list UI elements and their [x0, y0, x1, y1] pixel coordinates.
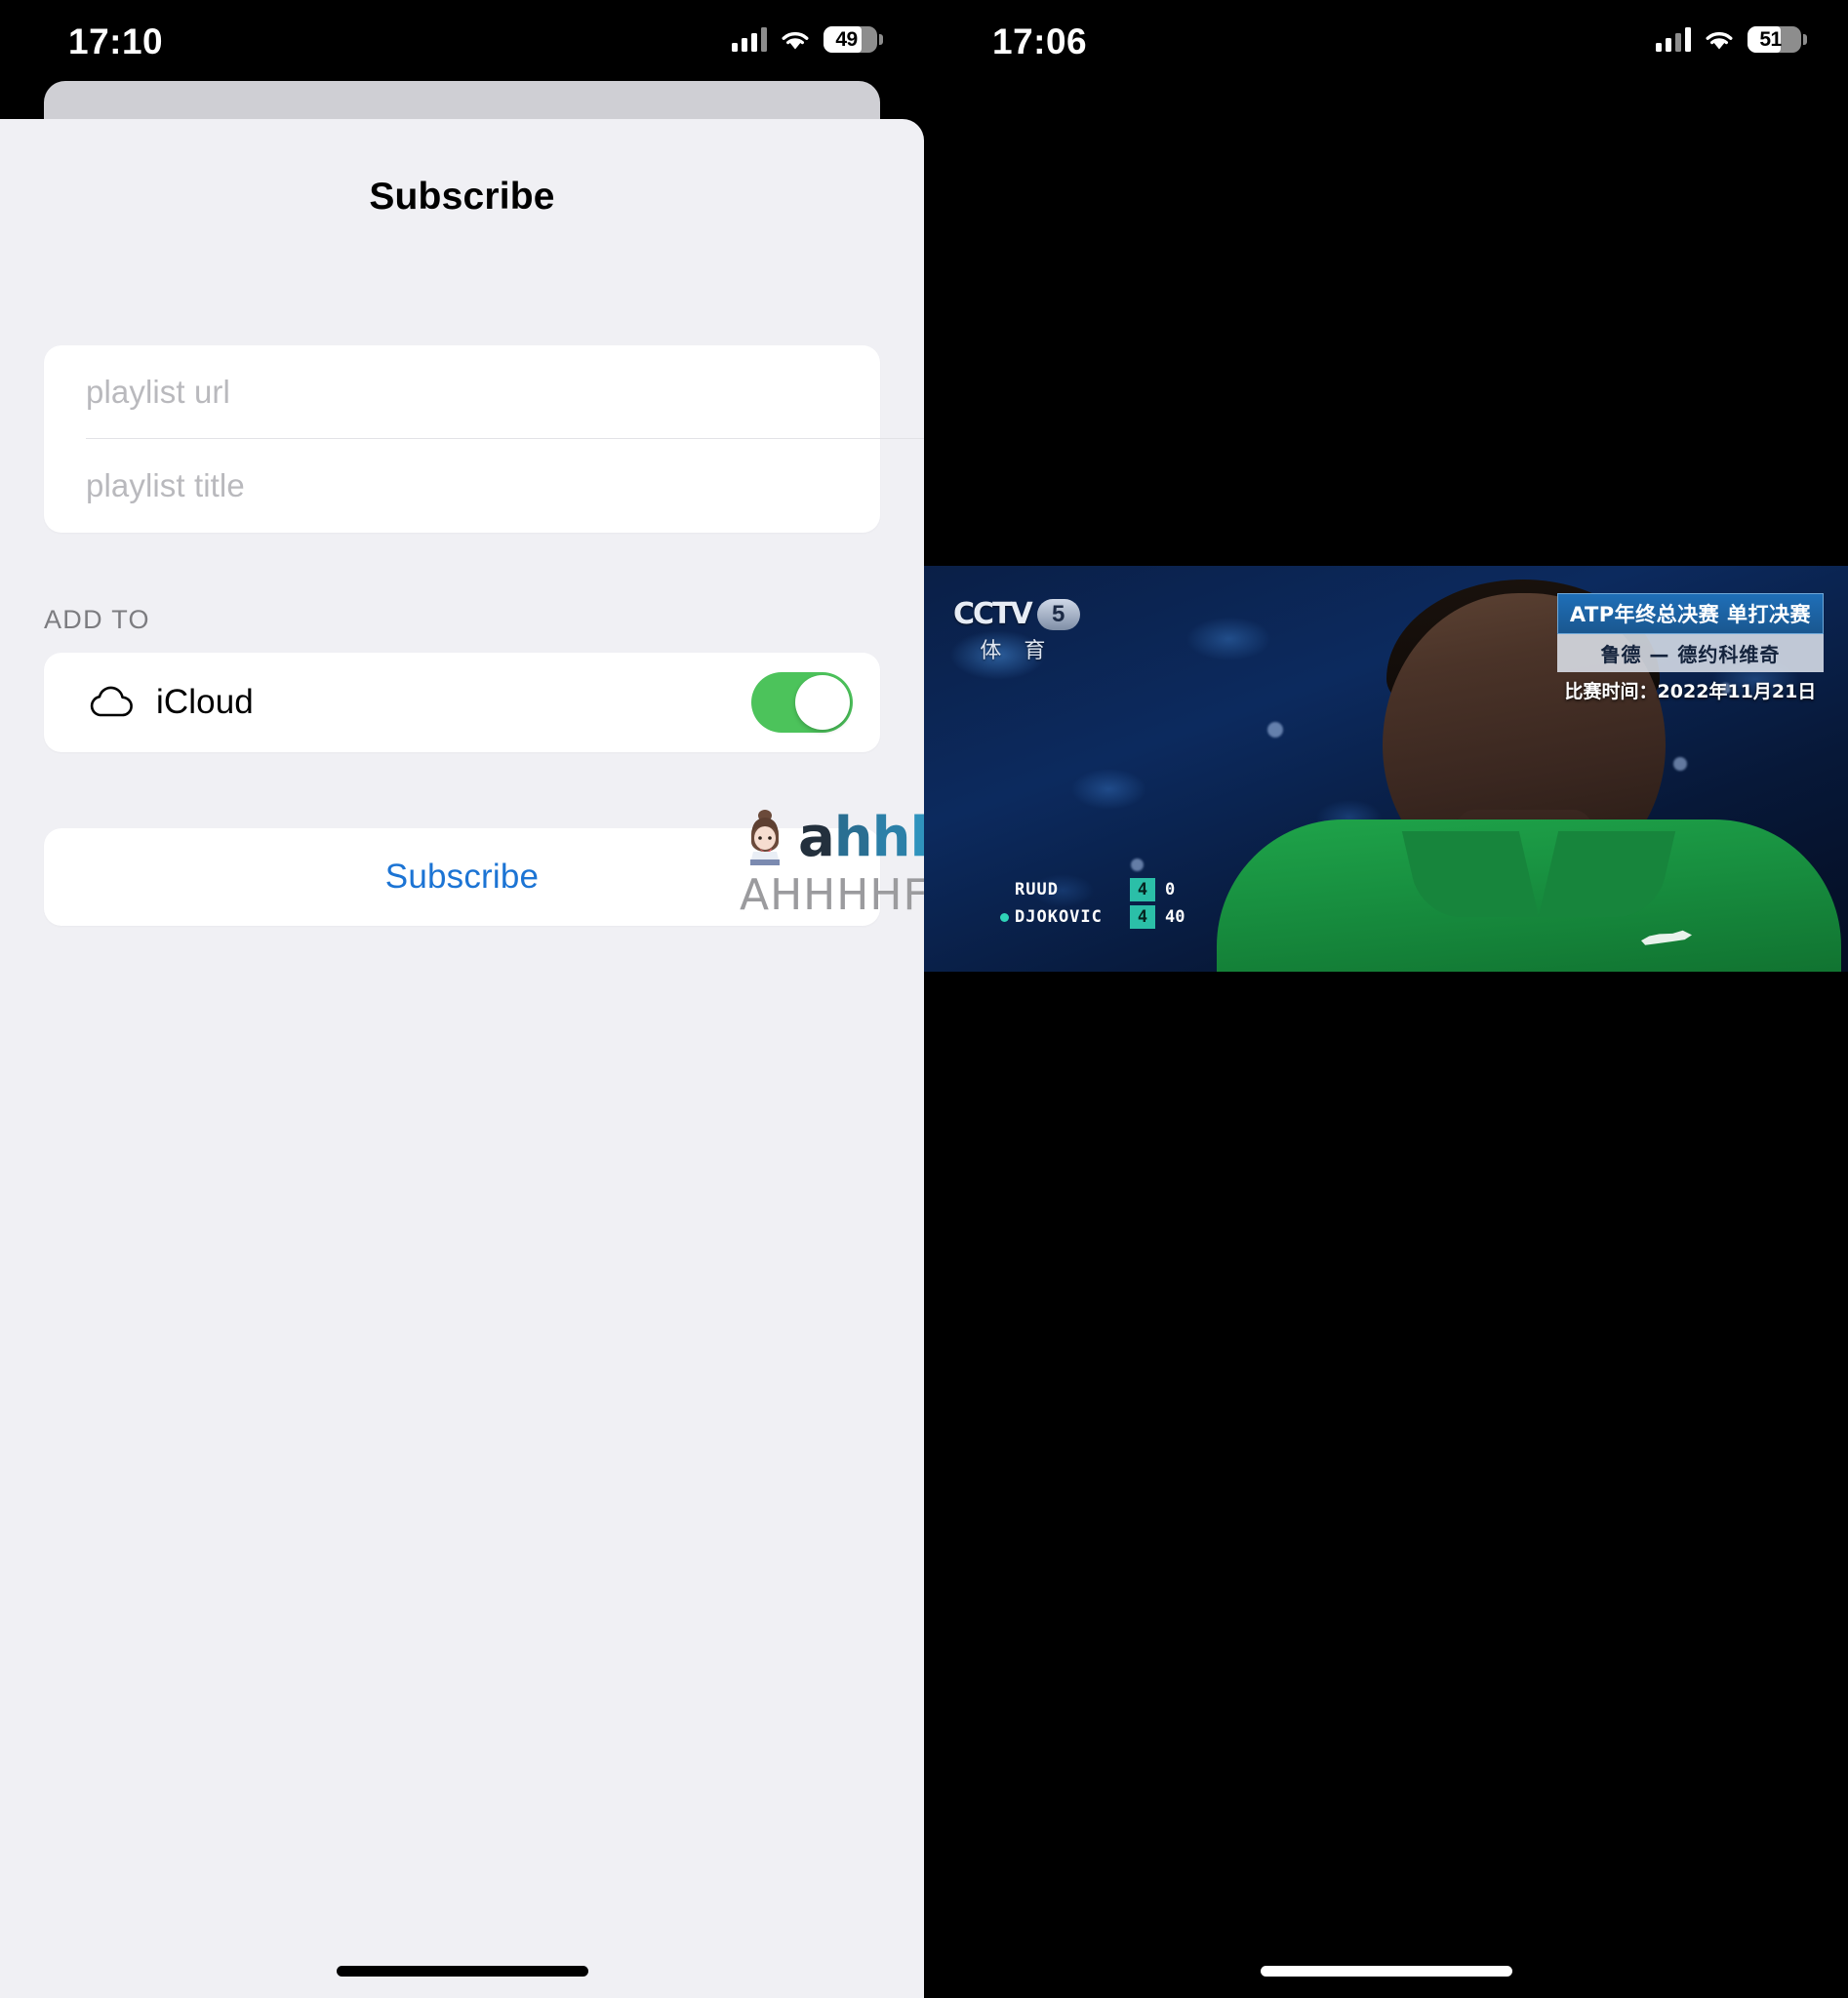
left-status-bar: 17:10 49 — [0, 0, 924, 80]
serve-indicator-icon — [1000, 886, 1009, 895]
set-score: 4 — [1130, 905, 1155, 929]
channel-logo: CCTV 5 体 育 — [953, 597, 1080, 664]
match-title: ATP年终总决赛 单打决赛 — [1556, 593, 1824, 634]
page-title: Subscribe — [369, 176, 555, 218]
left-phone-screen: 17:10 49 Subscribe playlist url playlist… — [0, 0, 924, 1998]
cellular-signal-icon — [1655, 27, 1691, 52]
channel-number: 5 — [1036, 598, 1080, 630]
bokeh-dot — [1267, 722, 1283, 738]
bokeh-dot — [1673, 757, 1687, 771]
status-bar-time: 17:06 — [992, 21, 1088, 61]
player-name: RUUD — [1015, 880, 1059, 899]
toggle-knob — [795, 675, 850, 730]
match-players: 鲁德 — 德约科维奇 — [1556, 634, 1824, 672]
battery-percent: 51 — [1759, 27, 1782, 51]
game-points: 40 — [1165, 907, 1185, 927]
status-bar-indicators: 51 — [1655, 26, 1807, 53]
cloud-icon — [86, 686, 137, 719]
channel-logo-text: CCTV — [953, 597, 1033, 631]
home-indicator-right[interactable] — [1260, 1966, 1512, 1977]
icloud-toggle[interactable] — [751, 672, 853, 733]
cellular-signal-icon — [731, 27, 767, 52]
icloud-row[interactable]: iCloud — [44, 653, 880, 752]
playlist-url-placeholder: playlist url — [86, 374, 230, 410]
right-status-bar: 17:06 51 — [924, 0, 1848, 80]
right-phone-screen: 17:06 51 CCTV 5 体 育 ATP年终总决赛 单打决赛 鲁德 — 德… — [924, 0, 1848, 1998]
scoreboard-row: DJOKOVIC 4 40 — [1000, 905, 1198, 929]
status-bar-time: 17:10 — [68, 21, 164, 61]
scoreboard: RUUD 4 0 DJOKOVIC 4 40 — [1000, 878, 1198, 933]
subscribe-sheet: Subscribe playlist url playlist title AD… — [0, 119, 924, 1998]
subscribe-button[interactable]: Subscribe — [44, 828, 880, 926]
add-to-section-header: ADD TO — [44, 605, 150, 634]
match-date: 比赛时间：2022年11月21日 — [1564, 681, 1817, 702]
video-player[interactable]: CCTV 5 体 育 ATP年终总决赛 单打决赛 鲁德 — 德约科维奇 比赛时间… — [924, 566, 1848, 972]
serve-indicator-icon — [1000, 912, 1009, 922]
icloud-label: iCloud — [156, 683, 254, 721]
playlist-fields-group: playlist url playlist title — [44, 345, 924, 533]
battery-percent: 49 — [835, 27, 858, 51]
playlist-title-field[interactable]: playlist title — [44, 439, 880, 533]
dual-screenshot-container: 17:10 49 Subscribe playlist url playlist… — [0, 0, 1848, 1998]
battery-icon: 49 — [824, 26, 883, 53]
playlist-url-field[interactable]: playlist url — [44, 345, 924, 439]
set-score: 4 — [1130, 878, 1155, 901]
game-points: 0 — [1165, 880, 1176, 899]
subscribe-button-group: Subscribe — [44, 828, 880, 926]
match-banner: ATP年终总决赛 单打决赛 鲁德 — 德约科维奇 比赛时间：2022年11月21… — [1556, 593, 1824, 703]
status-bar-indicators: 49 — [731, 26, 883, 53]
home-indicator-left[interactable] — [336, 1966, 588, 1977]
icloud-group: iCloud — [44, 653, 880, 752]
player-name: DJOKOVIC — [1015, 907, 1103, 927]
wifi-icon — [780, 28, 811, 52]
playlist-title-placeholder: playlist title — [86, 467, 245, 503]
bokeh-dot — [1131, 859, 1144, 871]
battery-icon: 51 — [1748, 26, 1807, 53]
channel-subtitle: 体 育 — [980, 639, 1054, 663]
scoreboard-row: RUUD 4 0 — [1000, 878, 1198, 901]
wifi-icon — [1704, 28, 1735, 52]
